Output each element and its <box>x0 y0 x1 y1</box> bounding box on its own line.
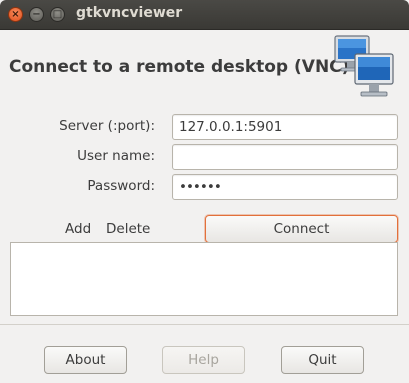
maximize-icon: □ <box>52 8 63 20</box>
server-input[interactable]: 127.0.0.1:5901 <box>172 114 398 140</box>
password-input[interactable]: •••••• <box>172 174 398 200</box>
about-button[interactable]: About <box>44 346 127 374</box>
saved-connections-list[interactable] <box>10 242 398 316</box>
computers-network-icon <box>334 35 394 97</box>
minimize-icon: − <box>32 8 41 20</box>
help-button: Help <box>162 346 245 374</box>
connect-button[interactable]: Connect <box>205 215 398 243</box>
server-label: Server (:port): <box>59 118 155 134</box>
quit-button[interactable]: Quit <box>281 346 364 374</box>
username-label: User name: <box>77 148 155 164</box>
window-title: gtkvncviewer <box>76 5 183 21</box>
minimize-window-button[interactable]: − <box>29 7 44 22</box>
maximize-window-button[interactable]: □ <box>50 7 65 22</box>
password-label: Password: <box>87 178 155 194</box>
title-bar[interactable]: × − □ gtkvncviewer <box>0 0 409 30</box>
gtkvncviewer-window: × − □ gtkvncviewer Connect to a remote d… <box>0 0 409 383</box>
delete-button[interactable]: Delete <box>106 221 150 237</box>
close-window-button[interactable]: × <box>8 7 23 22</box>
footer-separator <box>0 324 409 325</box>
dialog-heading: Connect to a remote desktop (VNC) <box>9 57 350 77</box>
username-input[interactable] <box>172 144 398 170</box>
close-icon: × <box>11 8 20 20</box>
add-button[interactable]: Add <box>65 221 91 237</box>
